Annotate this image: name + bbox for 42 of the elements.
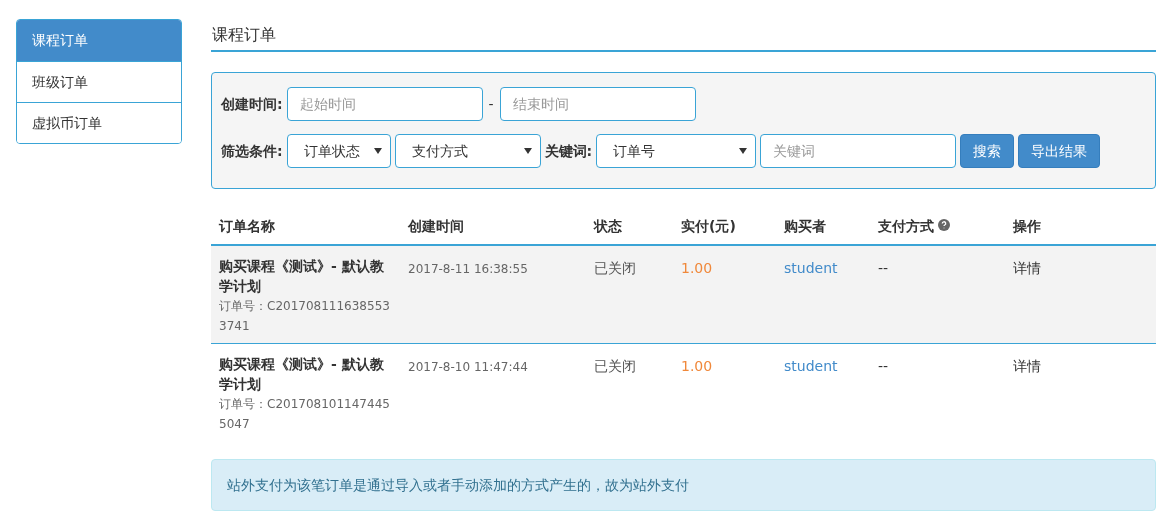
- details-link[interactable]: 详情: [1013, 260, 1041, 276]
- sidebar-item[interactable]: 课程订单: [17, 20, 181, 61]
- caret-icon: [739, 148, 748, 154]
- table-cell: 2017-8-10 11:47:44: [408, 360, 528, 374]
- table-cell: 已关闭: [594, 358, 636, 374]
- table-cell: 1.00: [681, 260, 713, 276]
- page-title: 课程订单: [211, 24, 276, 46]
- column-header: 实付(元): [681, 217, 736, 236]
- dropdown-select[interactable]: 支付方式: [394, 134, 541, 168]
- table-cell: 1.00: [681, 358, 713, 374]
- help-icon: [938, 219, 950, 231]
- table-cell: 2017-8-11 16:38:55: [408, 262, 528, 276]
- column-header: 状态: [594, 217, 622, 236]
- sidebar-item[interactable]: 虚拟币订单: [17, 102, 181, 143]
- field-label: 关键词:: [544, 141, 593, 161]
- order-number: 订单号：C2017081116385533741: [219, 298, 391, 335]
- order-number: 订单号：C2017081011474455047: [219, 396, 391, 433]
- keyword-field[interactable]: 关键词: [760, 134, 957, 168]
- buyer-link[interactable]: student: [784, 358, 838, 374]
- info-alert: 站外支付为该笔订单是通过导入或者手动添加的方式产生的，故为站外支付: [211, 459, 1156, 511]
- column-header: 购买者: [784, 217, 826, 236]
- export-button[interactable]: 导出结果: [1018, 134, 1101, 168]
- column-header: 创建时间: [408, 217, 464, 236]
- dropdown-select[interactable]: 订单状态: [286, 134, 391, 168]
- caret-icon: [523, 148, 532, 154]
- date-separator: -: [487, 94, 495, 114]
- table-cell: 已关闭: [594, 260, 636, 276]
- end-date-field[interactable]: 结束时间: [499, 87, 696, 121]
- order-name: 购买课程《测试》- 默认教学计划: [219, 355, 385, 394]
- caret-icon: [373, 148, 382, 154]
- column-header: 订单名称: [219, 217, 275, 236]
- field-label: 筛选条件:: [221, 141, 283, 161]
- dropdown-select[interactable]: 订单号: [596, 134, 757, 168]
- search-button[interactable]: 搜索: [960, 134, 1015, 168]
- details-link[interactable]: 详情: [1013, 358, 1041, 374]
- order-name: 购买课程《测试》- 默认教学计划: [219, 257, 385, 296]
- table-cell: --: [878, 260, 889, 276]
- field-label: 创建时间:: [221, 94, 283, 114]
- column-header: 支付方式: [878, 217, 934, 236]
- table-cell: --: [878, 358, 889, 374]
- column-header: 操作: [1013, 217, 1041, 236]
- start-date-field[interactable]: 起始时间: [286, 87, 483, 121]
